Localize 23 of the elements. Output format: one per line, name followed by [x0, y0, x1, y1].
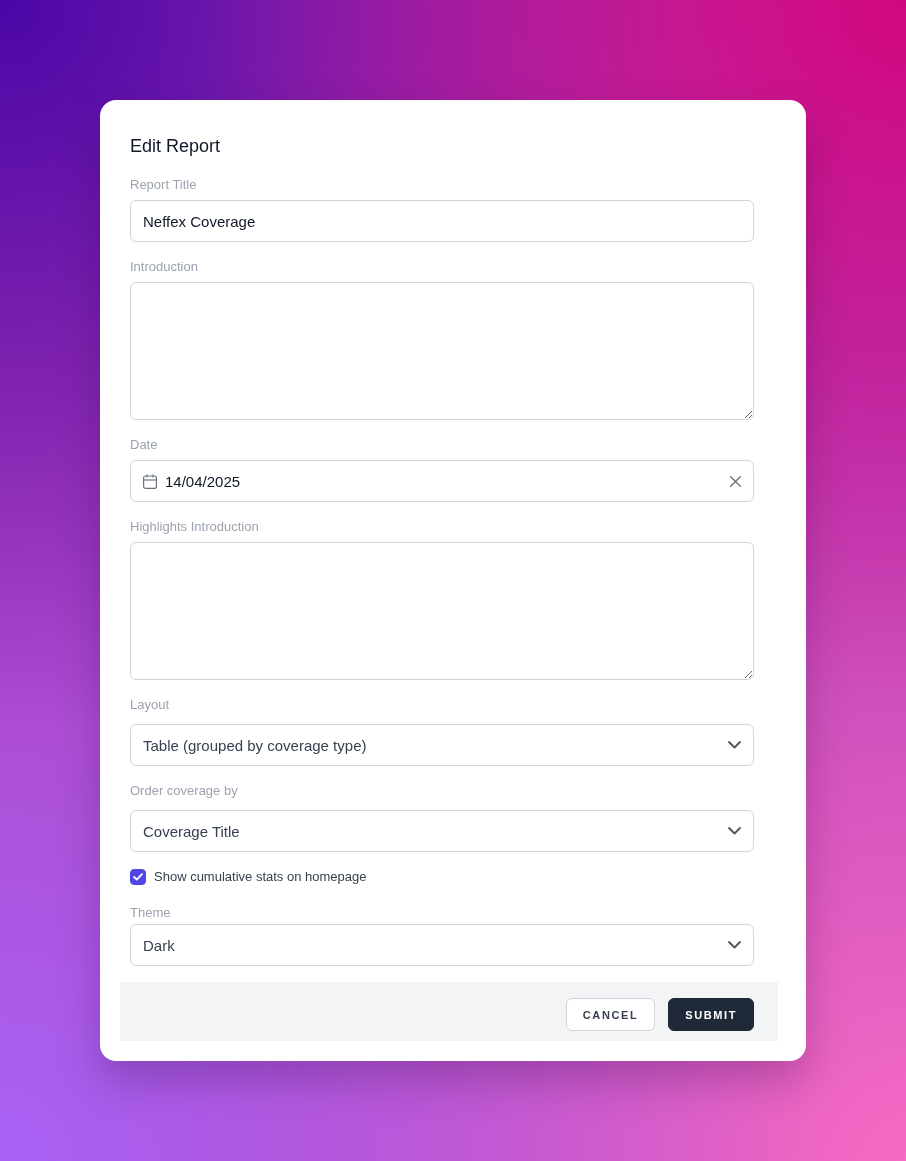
cancel-button[interactable]: CANCEL [565, 998, 656, 1031]
chevron-down-icon [728, 827, 741, 835]
field-label: Introduction [130, 258, 199, 276]
select-field[interactable]: Dark [130, 924, 754, 966]
field-label: Highlights Introduction [130, 518, 260, 536]
field-label: Layout [130, 696, 171, 714]
field-label: Theme [130, 904, 172, 922]
dialog-title: Edit Report [130, 135, 222, 158]
select-field[interactable]: Coverage Title [130, 810, 754, 852]
field-label: Order coverage by [130, 782, 239, 800]
select-field[interactable]: Table (grouped by coverage type) [130, 724, 754, 766]
check-icon [133, 873, 143, 881]
chevron-down-icon [728, 741, 741, 749]
text-input[interactable]: Neffex Coverage [130, 200, 754, 242]
checkbox[interactable] [130, 869, 146, 885]
chevron-down-icon [728, 941, 741, 949]
submit-button[interactable]: SUBMIT [668, 998, 754, 1031]
field-label: Report Title [130, 176, 198, 194]
field-label: Date [130, 436, 159, 454]
calendar-icon [143, 473, 157, 489]
close-icon[interactable] [730, 475, 741, 487]
date-field[interactable]: 14/04/2025 [130, 460, 754, 502]
checkbox-label[interactable]: Show cumulative stats on homepage [154, 868, 367, 886]
